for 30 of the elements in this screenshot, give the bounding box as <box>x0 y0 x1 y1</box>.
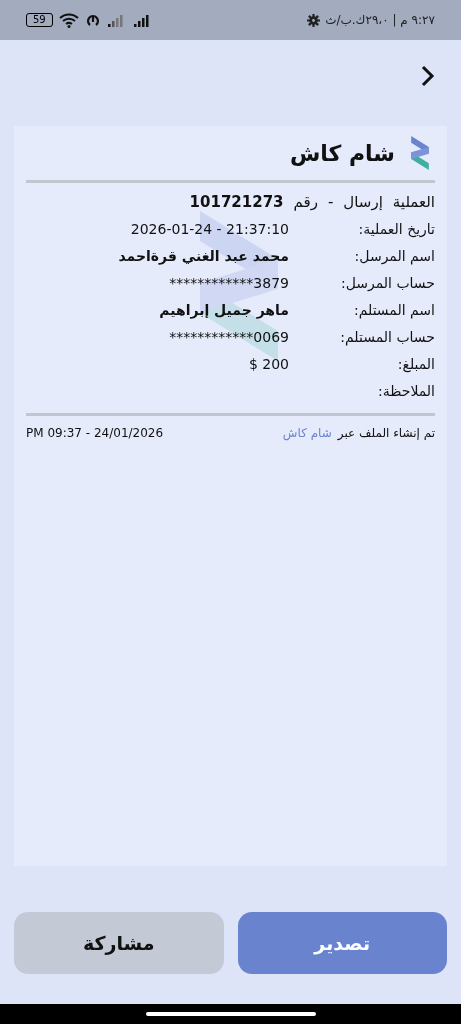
field-value: ************3879 <box>169 274 289 293</box>
battery-icon: 59 <box>26 13 53 27</box>
field-label: المبلغ: <box>396 355 435 375</box>
field-value: $ 200 <box>248 355 289 374</box>
back-icon[interactable] <box>421 65 435 87</box>
settings-icon <box>307 13 321 27</box>
field-label: اسم المستلم: <box>352 301 435 321</box>
operation-number: 101721273 <box>189 192 284 214</box>
field-label: حساب المستلم: <box>339 328 435 348</box>
separator: - <box>327 192 334 214</box>
operation-label: العملية <box>392 192 435 214</box>
operation-type: إرسال <box>343 192 383 214</box>
created-via-text: تم إنشاء الملف عبر <box>337 425 435 442</box>
field-label: حساب المرسل: <box>339 274 435 293</box>
field-value: محمد عبد الغني قرةاحمد <box>118 247 289 267</box>
export-button[interactable]: تصدير <box>237 912 447 974</box>
field-value: ماهر جميل إبراهيم <box>159 301 289 321</box>
number-label: رقم <box>293 192 318 214</box>
app-link[interactable]: شام كاش <box>282 424 332 442</box>
field-label: الملاحظة: <box>377 382 435 401</box>
wifi-icon <box>58 12 79 28</box>
field-label: تاريخ العملية: <box>357 220 435 240</box>
timestamp: PM 09:37 - 24/01/2026 <box>26 425 164 442</box>
field-value: ************0069 <box>169 328 289 347</box>
status-time: ٩:٢٧ م | ٢٩،٠ك.ب/ث <box>325 12 435 29</box>
link-icon <box>84 13 101 27</box>
field-value: 2026-01-24 - 21:37:10 <box>130 220 289 239</box>
share-button[interactable]: مشاركة <box>14 912 224 974</box>
field-label: اسم المرسل: <box>353 247 435 267</box>
brand-name: شام كاش <box>289 139 395 168</box>
